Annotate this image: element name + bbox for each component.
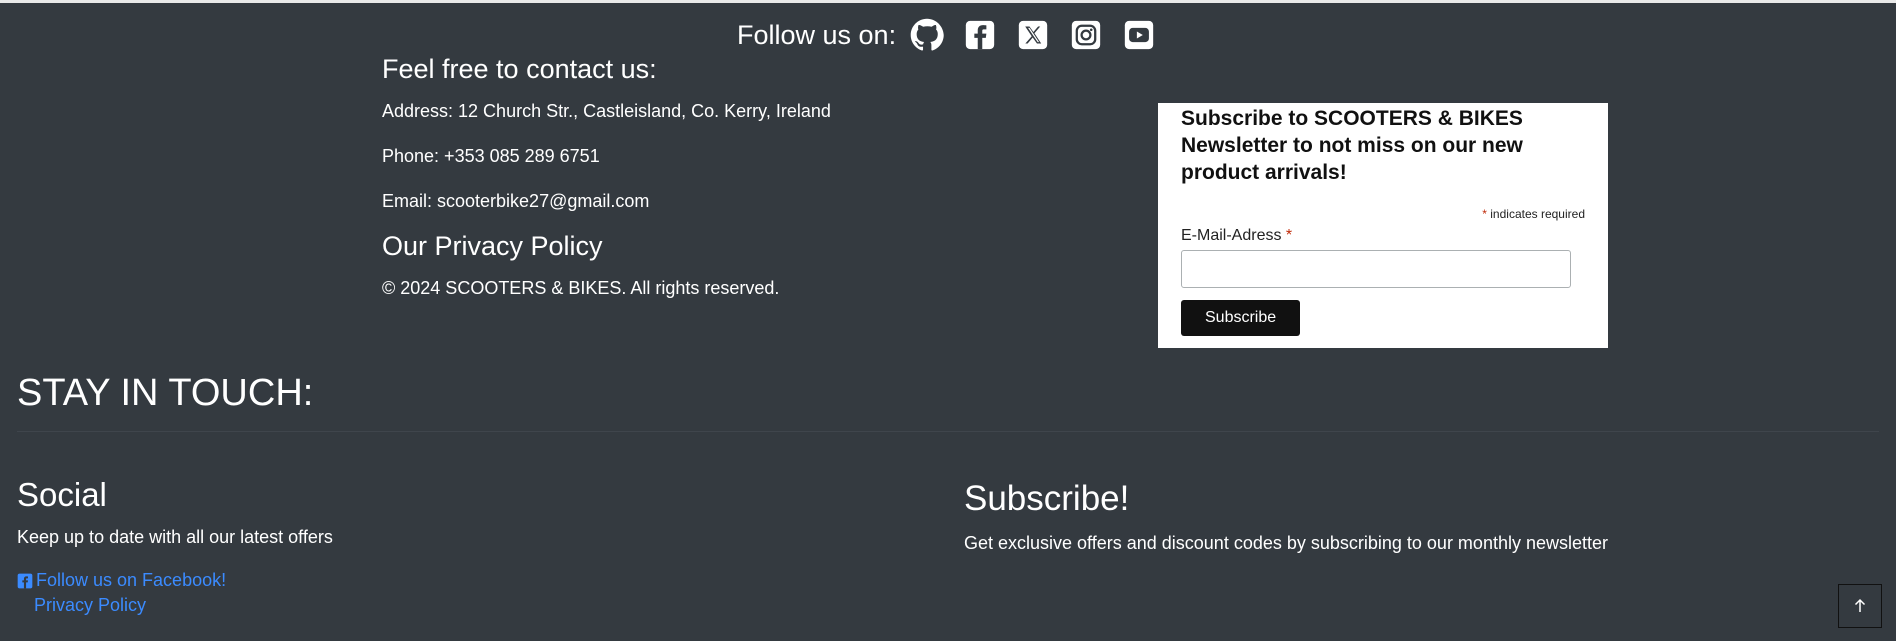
subscribe-text: Get exclusive offers and discount codes … (964, 533, 1609, 553)
newsletter-signup-box: Subscribe to SCOOTERS & BIKES Newsletter… (1158, 103, 1608, 348)
contact-section: Feel free to contact us: Address: 12 Chu… (382, 52, 1002, 299)
social-icons (910, 18, 1175, 52)
privacy-policy-heading[interactable]: Our Privacy Policy (382, 229, 1002, 263)
facebook-icon[interactable] (963, 18, 997, 52)
required-asterisk: * (1482, 207, 1487, 221)
facebook-follow-text[interactable]: Follow us on Facebook! (36, 570, 226, 591)
required-note: * indicates required (1181, 207, 1585, 221)
privacy-policy-link[interactable]: Privacy Policy (34, 595, 146, 616)
subscribe-button[interactable]: Subscribe (1181, 300, 1301, 336)
contact-email: Email: scooterbike27@gmail.com (382, 191, 650, 211)
subscribe-column: Subscribe! Get exclusive offers and disc… (964, 478, 1864, 554)
back-to-top-button[interactable] (1838, 584, 1882, 628)
section-divider (17, 431, 1879, 432)
email-field-label: E-Mail-Adress * (1181, 227, 1585, 245)
github-icon[interactable] (910, 18, 944, 52)
copyright-text: © 2024 SCOOTERS & BIKES. All rights rese… (382, 278, 780, 298)
contact-phone: Phone: +353 085 289 6751 (382, 146, 600, 166)
subscribe-heading: Subscribe! (964, 479, 1130, 518)
follow-us-label: Follow us on: (737, 19, 897, 50)
contact-heading: Feel free to contact us: (382, 54, 657, 84)
social-heading: Social (17, 476, 107, 513)
email-label-text: E-Mail-Adress (1181, 227, 1282, 244)
follow-us-row: Follow us on: (737, 18, 1175, 52)
youtube-icon[interactable] (1122, 18, 1156, 52)
email-input[interactable] (1181, 250, 1571, 288)
required-note-text: indicates required (1490, 207, 1585, 221)
stay-in-touch-heading: STAY IN TOUCH: (17, 372, 314, 414)
facebook-follow-link[interactable]: Follow us on Facebook! (17, 570, 917, 591)
newsletter-title: Subscribe to SCOOTERS & BIKES Newsletter… (1181, 107, 1523, 184)
top-border (0, 0, 1896, 3)
x-icon[interactable] (1016, 18, 1050, 52)
social-column: Social Keep up to date with all our late… (17, 474, 917, 616)
arrow-up-icon (1854, 598, 1866, 612)
instagram-icon[interactable] (1069, 18, 1103, 52)
contact-address: Address: 12 Church Str., Castleisland, C… (382, 101, 831, 121)
social-text: Keep up to date with all our latest offe… (17, 527, 333, 547)
facebook-square-icon (17, 573, 33, 588)
email-required-asterisk: * (1285, 227, 1293, 244)
